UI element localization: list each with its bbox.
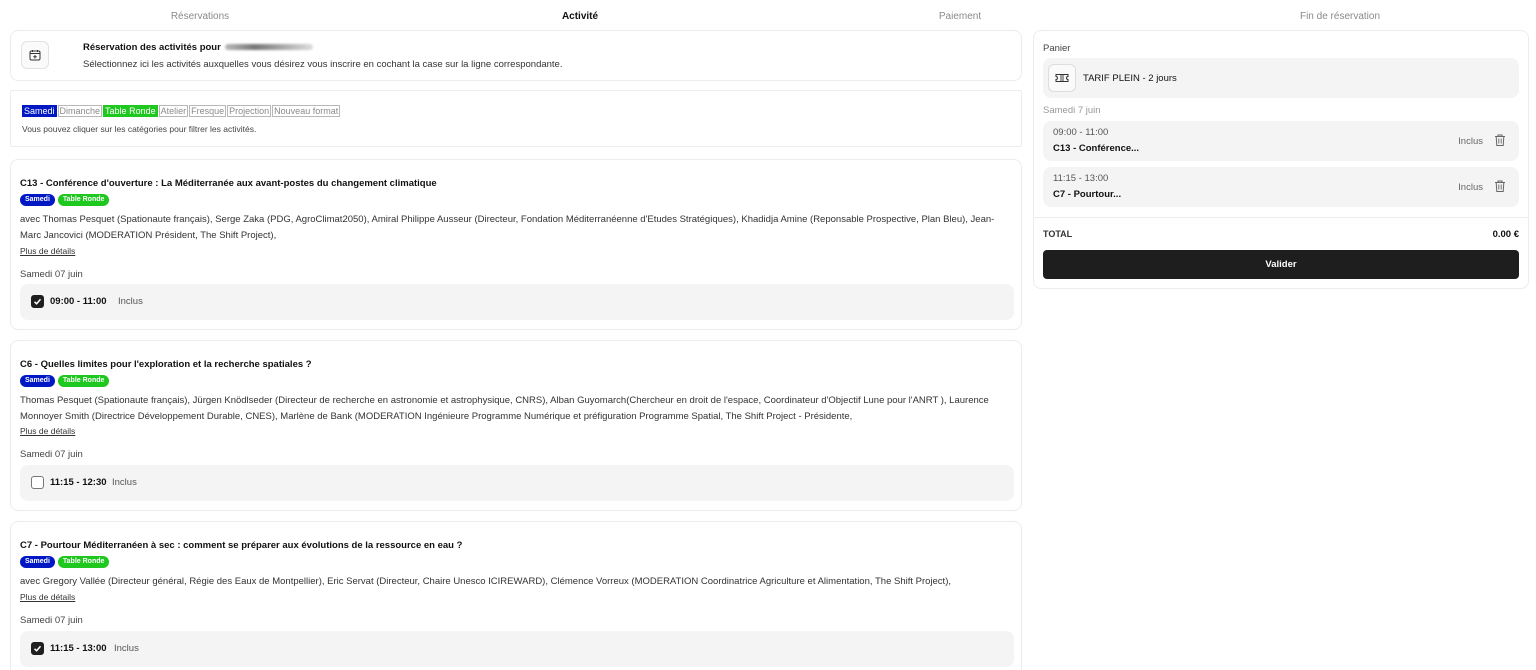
activity-tags: Samedi Table Ronde bbox=[20, 556, 110, 568]
filter-nouveau-format[interactable]: Nouveau format bbox=[272, 105, 341, 117]
cart-divider bbox=[1034, 217, 1528, 218]
slot-checkbox[interactable] bbox=[31, 476, 44, 489]
step-fin-reservation[interactable]: Fin de réservation bbox=[1300, 11, 1380, 22]
tag-samedi: Samedi bbox=[20, 194, 55, 206]
slot-checkbox[interactable] bbox=[31, 642, 44, 655]
tag-samedi: Samedi bbox=[20, 375, 55, 387]
filter-projection[interactable]: Projection bbox=[227, 105, 272, 117]
filter-fresque[interactable]: Fresque bbox=[189, 105, 227, 117]
activity-date: Samedi 07 juin bbox=[20, 449, 83, 460]
activity-speakers: avec Gregory Vallée (Directeur général, … bbox=[20, 576, 952, 587]
cart-title: Panier bbox=[1043, 43, 1071, 54]
activity-tags: Samedi Table Ronde bbox=[20, 194, 110, 206]
filter-dimanche[interactable]: Dimanche bbox=[57, 105, 103, 117]
filter-atelier[interactable]: Atelier bbox=[158, 105, 189, 117]
activity-card-c6: C6 - Quelles limites pour l'exploration … bbox=[10, 340, 1022, 511]
filter-hint: Vous pouvez cliquer sur les catégories p… bbox=[22, 124, 257, 134]
tag-table-ronde: Table Ronde bbox=[57, 556, 110, 568]
booking-steps: Réservations Activité Paiement Fin de ré… bbox=[0, 0, 1536, 30]
total-value: 0.00 € bbox=[1492, 229, 1519, 240]
slot-price: Inclus bbox=[114, 643, 139, 654]
check-icon bbox=[33, 298, 42, 305]
cart-day: Samedi 7 juin bbox=[1043, 105, 1101, 116]
details-link[interactable]: Plus de détails bbox=[20, 592, 75, 602]
total-label: TOTAL bbox=[1043, 229, 1073, 239]
trash-icon[interactable] bbox=[1493, 133, 1507, 147]
calendar-plus-icon bbox=[21, 41, 49, 69]
ticket-icon bbox=[1048, 64, 1076, 92]
tag-table-ronde: Table Ronde bbox=[57, 194, 110, 206]
activity-title: C7 - Pourtour Méditerranéen à sec : comm… bbox=[20, 540, 463, 551]
slot-price: Inclus bbox=[118, 296, 143, 307]
filter-table-ronde[interactable]: Table Ronde bbox=[103, 105, 158, 117]
slot-time: 09:00 - 11:00 bbox=[50, 296, 107, 307]
tag-table-ronde: Table Ronde bbox=[57, 375, 110, 387]
activity-card-c13: C13 - Conférence d'ouverture : La Médite… bbox=[10, 159, 1022, 330]
slot-time: 11:15 - 13:00 bbox=[50, 643, 107, 654]
details-link[interactable]: Plus de détails bbox=[20, 246, 75, 256]
activity-speakers: avec Thomas Pesquet (Spationaute françai… bbox=[20, 214, 995, 241]
time-slot-row[interactable]: 11:15 - 12:30 Inclus bbox=[20, 465, 1014, 501]
filter-chip-row: Samedi Dimanche Table Ronde Atelier Fres… bbox=[22, 105, 341, 117]
trash-icon[interactable] bbox=[1493, 179, 1507, 193]
slot-time: 11:15 - 12:30 bbox=[50, 477, 107, 488]
validate-button[interactable]: Valider bbox=[1043, 250, 1519, 279]
cart-item-name: C13 - Conférence... bbox=[1053, 143, 1140, 154]
redacted-name bbox=[225, 44, 314, 51]
activity-speakers: Thomas Pesquet (Spationaute français), J… bbox=[20, 395, 989, 422]
tarif-row: TARIF PLEIN - 2 jours bbox=[1043, 58, 1519, 98]
slot-checkbox[interactable] bbox=[31, 295, 44, 308]
step-activite[interactable]: Activité bbox=[562, 11, 598, 22]
cart-item-price: Inclus bbox=[1458, 136, 1483, 147]
time-slot-row[interactable]: 11:15 - 13:00 Inclus bbox=[20, 631, 1014, 667]
intro-card: Réservation des activités pour Sélection… bbox=[10, 30, 1022, 81]
check-icon bbox=[33, 645, 42, 652]
cart-item-time: 11:15 - 13:00 bbox=[1053, 173, 1109, 184]
step-paiement[interactable]: Paiement bbox=[939, 11, 981, 22]
cart-item-name: C7 - Pourtour... bbox=[1053, 189, 1122, 200]
activity-date: Samedi 07 juin bbox=[20, 269, 83, 280]
intro-title: Réservation des activités pour bbox=[83, 42, 314, 53]
cart-panel: Panier TARIF PLEIN - 2 jours Samedi 7 ju… bbox=[1033, 30, 1529, 289]
step-reservations[interactable]: Réservations bbox=[171, 11, 229, 22]
activity-title: C13 - Conférence d'ouverture : La Médite… bbox=[20, 178, 437, 189]
cart-item: 11:15 - 13:00 C7 - Pourtour... Inclus bbox=[1043, 167, 1519, 207]
cart-item: 09:00 - 11:00 C13 - Conférence... Inclus bbox=[1043, 121, 1519, 161]
category-filters: Samedi Dimanche Table Ronde Atelier Fres… bbox=[10, 90, 1022, 147]
cart-item-time: 09:00 - 11:00 bbox=[1053, 127, 1109, 138]
cart-item-price: Inclus bbox=[1458, 182, 1483, 193]
filter-samedi[interactable]: Samedi bbox=[22, 105, 57, 117]
activity-date: Samedi 07 juin bbox=[20, 615, 83, 626]
tag-samedi: Samedi bbox=[20, 556, 55, 568]
activity-tags: Samedi Table Ronde bbox=[20, 375, 110, 387]
slot-price: Inclus bbox=[112, 477, 137, 488]
time-slot-row[interactable]: 09:00 - 11:00 Inclus bbox=[20, 284, 1014, 320]
intro-subtitle: Sélectionnez ici les activités auxquelle… bbox=[83, 59, 563, 70]
tarif-label: TARIF PLEIN - 2 jours bbox=[1083, 73, 1177, 84]
details-link[interactable]: Plus de détails bbox=[20, 426, 75, 436]
activity-title: C6 - Quelles limites pour l'exploration … bbox=[20, 359, 312, 370]
activity-card-c7: C7 - Pourtour Méditerranéen à sec : comm… bbox=[10, 521, 1022, 670]
